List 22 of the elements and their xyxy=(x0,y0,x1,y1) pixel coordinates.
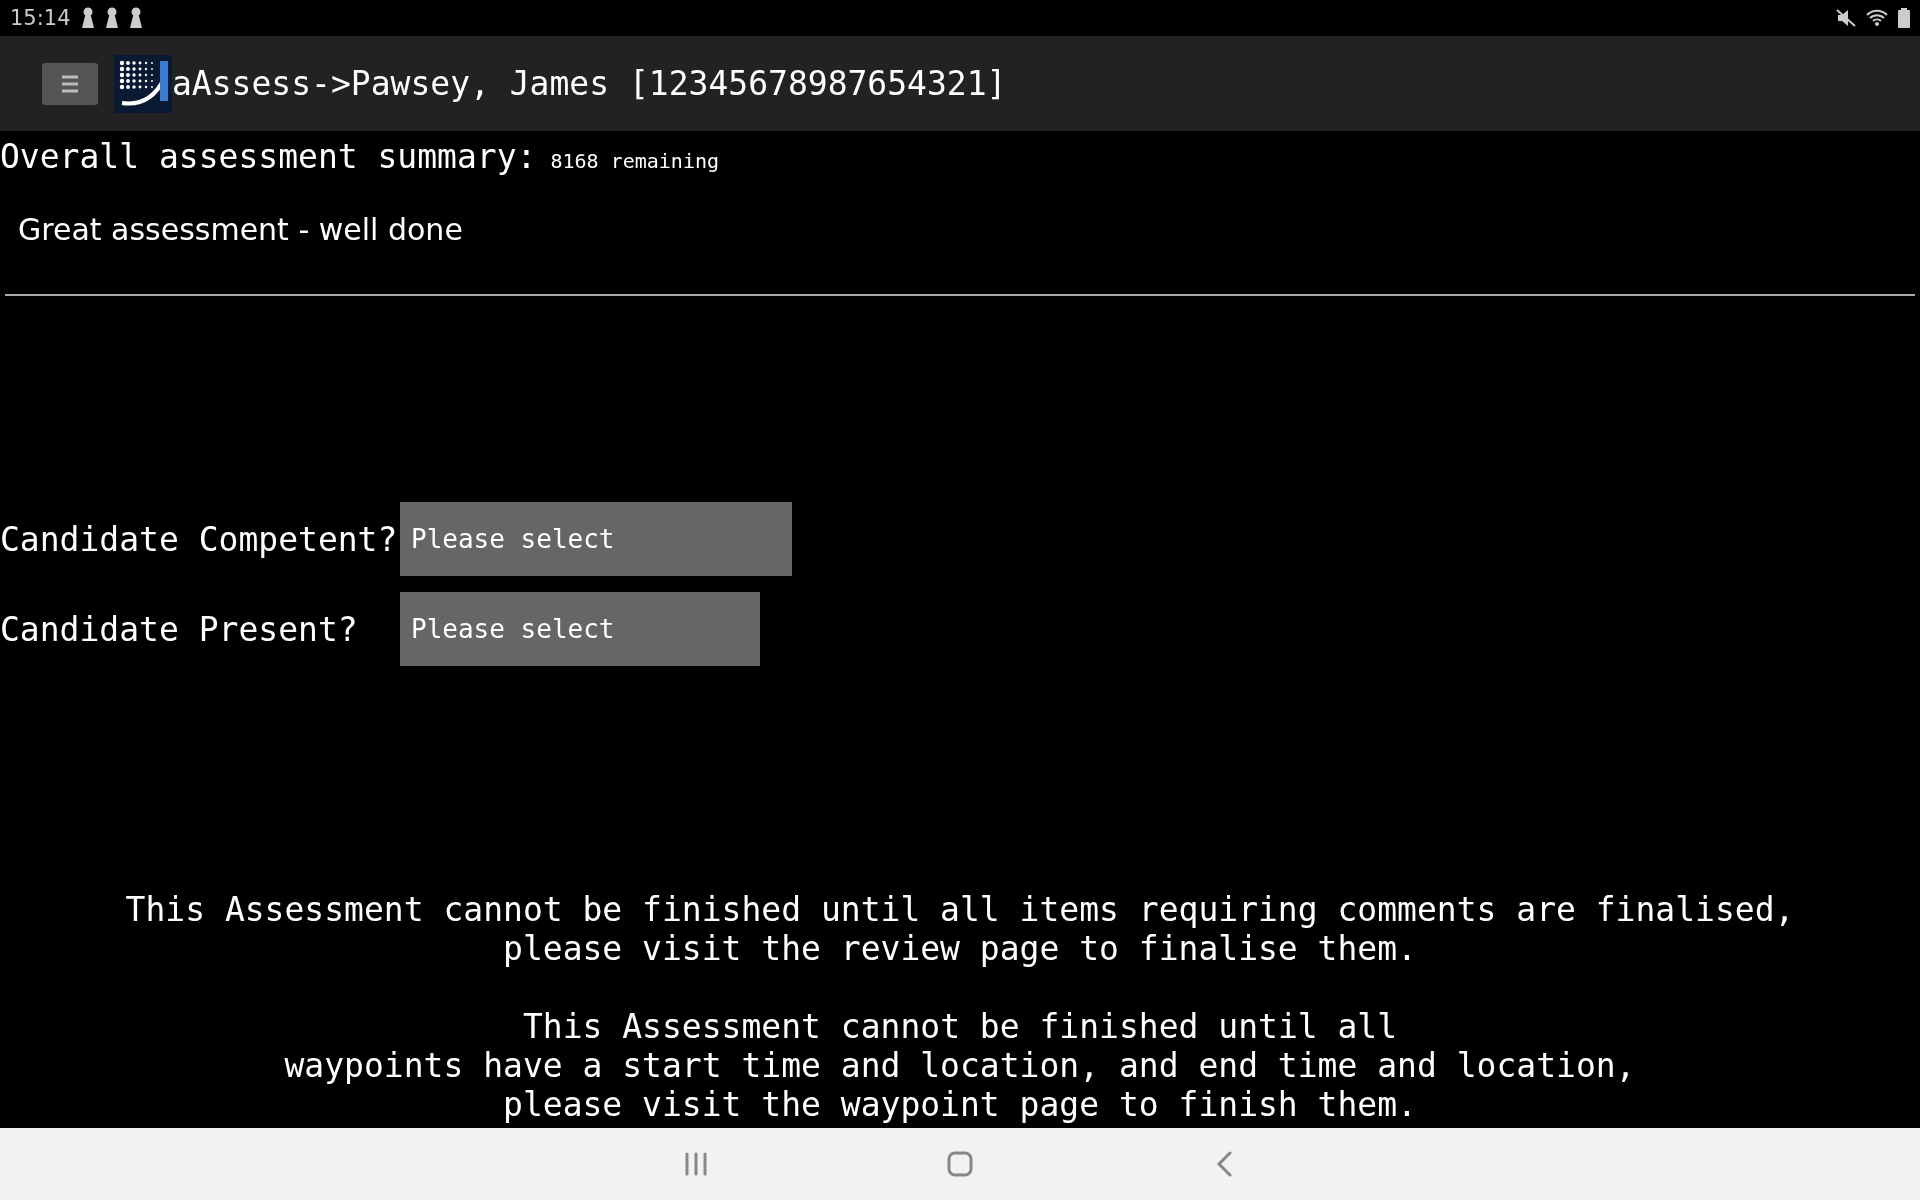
notification-icon xyxy=(128,7,143,29)
app-logo-icon xyxy=(114,54,172,113)
notification-icon xyxy=(80,7,95,29)
question-label: Candidate Competent? xyxy=(0,519,399,559)
remaining-count: 8168 remaining xyxy=(550,149,719,173)
warning-message: This Assessment cannot be finished until all items requiring comments are finalised, please visit the review page to finalise them. xyxy=(124,890,1796,968)
summary-label: Overall assessment summary: xyxy=(0,137,537,176)
status-time: 15:14 xyxy=(10,6,71,30)
wifi-icon xyxy=(1866,9,1888,27)
back-icon xyxy=(1216,1151,1232,1177)
battery-icon xyxy=(1898,8,1910,28)
warning-message: This Assessment cannot be finished until all waypoints have a start time and location, and end time and location, please visit the waypoint page to finish them. xyxy=(283,1007,1637,1124)
menu-button[interactable] xyxy=(42,62,98,105)
question-label: Candidate Present? xyxy=(0,609,359,649)
mute-icon xyxy=(1836,9,1856,27)
dropdown[interactable]: Please select xyxy=(400,502,792,576)
notification-icon xyxy=(104,7,119,29)
home-icon xyxy=(947,1151,973,1177)
app-title: aAssess->Pawsey, James [12345678987654321] xyxy=(172,64,1007,103)
recent-apps-icon xyxy=(684,1152,708,1176)
dropdown[interactable]: Please select xyxy=(400,592,760,666)
menu-icon xyxy=(62,74,78,93)
